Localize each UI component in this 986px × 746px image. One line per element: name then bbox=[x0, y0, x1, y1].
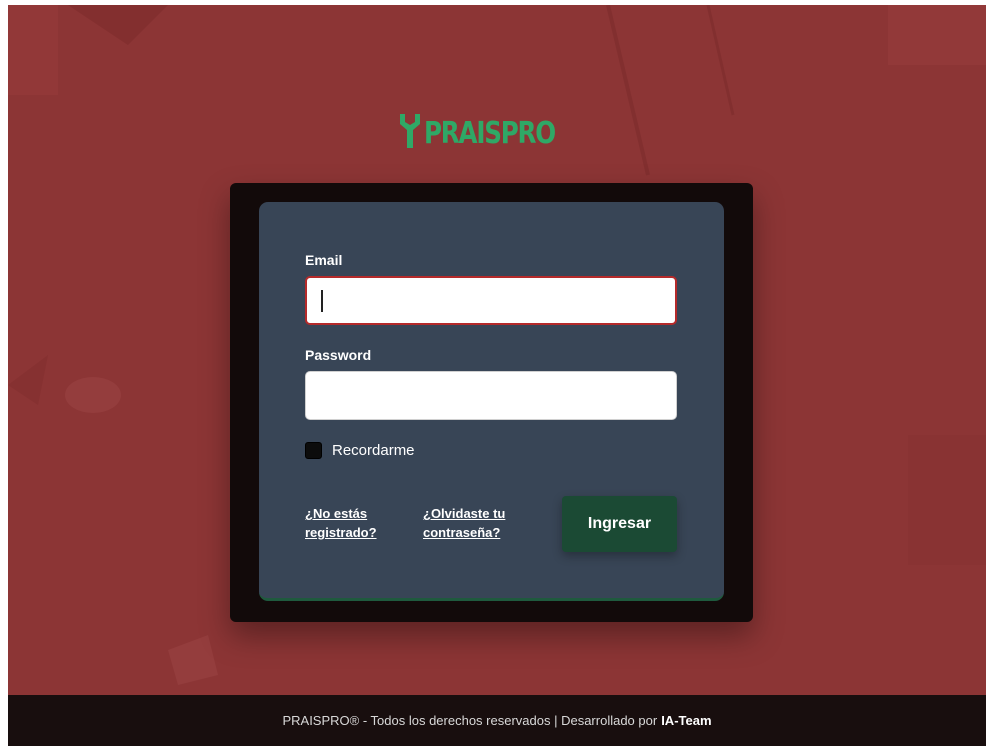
remember-me[interactable]: Recordarme bbox=[305, 442, 415, 459]
email-label: Email bbox=[305, 252, 343, 268]
forgot-password-link[interactable]: ¿Olvidaste tu contraseña? bbox=[423, 504, 533, 542]
submit-button[interactable]: Ingresar bbox=[562, 496, 677, 552]
email-input[interactable] bbox=[305, 276, 677, 325]
remember-label: Recordarme bbox=[332, 442, 415, 459]
brand-name: PRAISPRO bbox=[424, 115, 556, 151]
text-caret bbox=[321, 290, 323, 312]
page-frame: PRAISPRO Email Password Recordarme ¿No e… bbox=[8, 5, 986, 746]
login-card: Email Password Recordarme ¿No estás regi… bbox=[259, 202, 724, 601]
password-label: Password bbox=[305, 347, 372, 363]
brand-logo: PRAISPRO bbox=[398, 108, 584, 158]
footer-text: PRAISPRO® - Todos los derechos reservado… bbox=[282, 713, 658, 728]
footer-team: IA-Team bbox=[661, 713, 712, 728]
footer: PRAISPRO® - Todos los derechos reservado… bbox=[8, 695, 986, 746]
password-input[interactable] bbox=[305, 371, 677, 420]
remember-checkbox[interactable] bbox=[305, 442, 322, 459]
register-link[interactable]: ¿No estás registrado? bbox=[305, 504, 400, 542]
wrench-icon bbox=[398, 112, 422, 155]
